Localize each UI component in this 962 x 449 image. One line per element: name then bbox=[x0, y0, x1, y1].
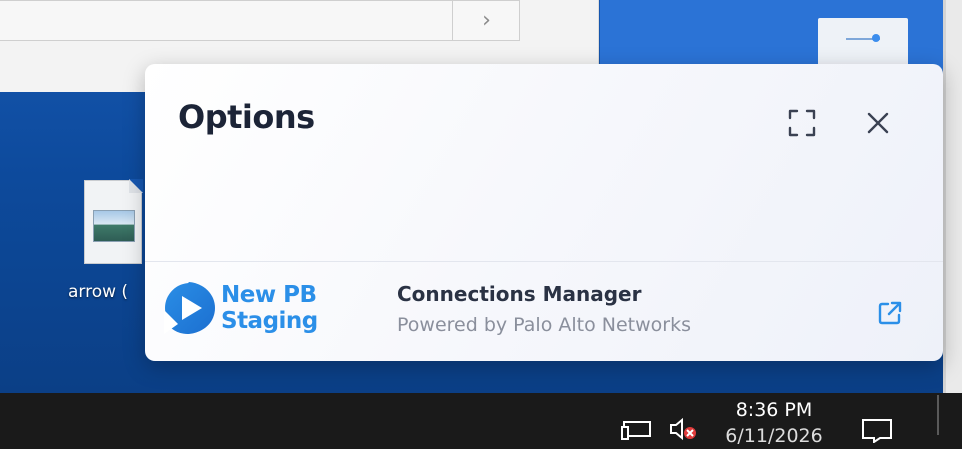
taskbar: 8:36 PM 6/11/2026 bbox=[0, 393, 962, 449]
brand-name-line2: Staging bbox=[221, 308, 318, 334]
panel-title: Options bbox=[178, 98, 315, 136]
app-subtitle: Powered by Palo Alto Networks bbox=[397, 314, 691, 336]
clock-date: 6/11/2026 bbox=[725, 425, 823, 447]
external-link-icon bbox=[878, 301, 902, 325]
taskbar-divider bbox=[937, 395, 939, 435]
options-panel: Options New PB Staging Connections Manag… bbox=[145, 64, 943, 361]
brand-name-line1: New PB bbox=[221, 282, 317, 308]
notification-icon[interactable] bbox=[860, 417, 894, 443]
app-row[interactable]: New PB Staging Connections Manager Power… bbox=[145, 262, 943, 361]
window-edge bbox=[943, 0, 962, 393]
close-icon bbox=[867, 112, 889, 134]
network-icon[interactable] bbox=[621, 419, 655, 441]
play-logo-icon bbox=[164, 282, 215, 334]
close-button[interactable] bbox=[857, 102, 899, 144]
open-external-button[interactable] bbox=[873, 296, 907, 330]
app-title: Connections Manager bbox=[397, 282, 642, 306]
explorer-address-bar[interactable] bbox=[0, 0, 520, 41]
brand-logo: New PB Staging bbox=[162, 280, 362, 340]
image-file-icon bbox=[84, 179, 143, 264]
clock-time: 8:36 PM bbox=[735, 399, 813, 421]
brand-name: New PB Staging bbox=[221, 282, 318, 334]
system-clock[interactable]: 8:36 PM 6/11/2026 bbox=[700, 397, 848, 447]
expand-icon bbox=[788, 109, 816, 137]
expand-button[interactable] bbox=[781, 102, 823, 144]
preview-thumbnail bbox=[818, 18, 908, 70]
scroll-right-button[interactable]: › bbox=[452, 0, 520, 41]
volume-muted-icon[interactable] bbox=[668, 417, 702, 441]
chevron-right-icon: › bbox=[482, 8, 491, 33]
desktop-icon-label: arrow ( bbox=[68, 282, 129, 302]
background-window-preview bbox=[600, 0, 943, 70]
